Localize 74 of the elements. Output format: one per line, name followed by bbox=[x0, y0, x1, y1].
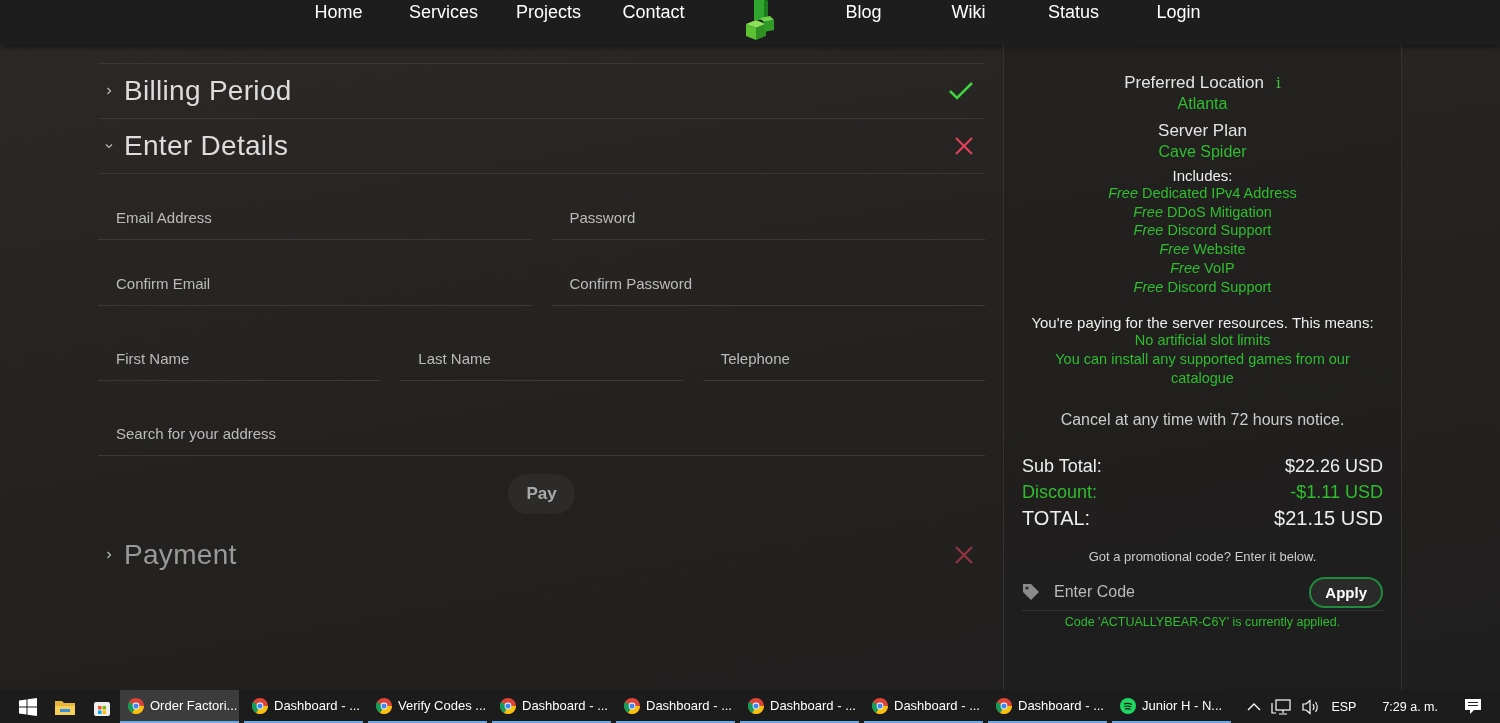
taskbar-item[interactable]: Dashboard - ... bbox=[864, 690, 983, 723]
browser-icon bbox=[500, 697, 516, 714]
browser-icon bbox=[996, 697, 1012, 714]
summary-value: Atlanta bbox=[1177, 95, 1228, 113]
browser-icon bbox=[252, 697, 268, 714]
notifications-icon[interactable] bbox=[1464, 698, 1482, 715]
cancel-note: Cancel at any time with 72 hours notice. bbox=[1060, 411, 1345, 430]
nav-link[interactable]: Services bbox=[391, 2, 496, 21]
input-field[interactable]: Password bbox=[551, 195, 985, 240]
summary-value: Cave Spider bbox=[1158, 143, 1247, 161]
music-app-icon bbox=[1120, 697, 1136, 714]
summary-label: Server Plan bbox=[1158, 121, 1247, 141]
browser-icon bbox=[748, 697, 764, 714]
feature-item: Free Website bbox=[1159, 240, 1246, 259]
feature-item: Free Discord Support bbox=[1133, 221, 1272, 241]
promo-status: Code 'ACTUALLYBEAR-C6Y' is currently applied. bbox=[1064, 615, 1341, 630]
chevron-icon bbox=[104, 550, 114, 560]
browser-icon bbox=[872, 697, 888, 714]
chevron-icon bbox=[104, 86, 114, 96]
input-field[interactable]: First Name bbox=[98, 336, 381, 381]
browser-icon bbox=[376, 697, 392, 714]
promo-prompt: Got a promotional code? Enter it below. bbox=[1088, 549, 1317, 565]
chevron-up-icon[interactable] bbox=[1247, 701, 1262, 712]
chevron-icon bbox=[104, 141, 114, 151]
summary-label: Preferred Location bbox=[1124, 73, 1265, 93]
input-field[interactable]: Email Address bbox=[98, 195, 532, 240]
browser-icon bbox=[624, 697, 640, 714]
input-field[interactable]: Confirm Email bbox=[98, 261, 532, 306]
network-icon[interactable] bbox=[1271, 698, 1292, 715]
taskbar-item[interactable]: Order Factori... bbox=[120, 690, 239, 723]
total-value: $21.15 USD bbox=[1274, 506, 1383, 532]
promo-code-field[interactable]: Enter Code bbox=[1052, 574, 1298, 611]
clock[interactable]: 7:29 a. m. bbox=[1382, 699, 1438, 714]
taskbar-item[interactable]: Dashboard - ... bbox=[244, 690, 363, 723]
nav-link[interactable]: Status bbox=[1021, 2, 1126, 21]
pay-button[interactable]: Pay bbox=[508, 474, 575, 514]
total-value: $22.26 USD bbox=[1284, 455, 1383, 479]
accordion-header[interactable]: Billing Period bbox=[98, 64, 985, 119]
nav-link[interactable]: Projects bbox=[496, 2, 601, 21]
input-field[interactable]: Confirm Password bbox=[551, 261, 985, 306]
nav-link[interactable]: Login bbox=[1126, 2, 1231, 21]
total-label: TOTAL: bbox=[1022, 506, 1091, 532]
benefit-item: No artificial slot limits bbox=[1133, 331, 1272, 350]
input-field[interactable]: Search for your address bbox=[98, 411, 985, 456]
accordion-header[interactable]: Enter Details bbox=[98, 119, 985, 174]
total-label: Sub Total: bbox=[1022, 455, 1102, 479]
tag-icon bbox=[1022, 583, 1040, 602]
nav-link[interactable]: Wiki bbox=[916, 2, 1021, 21]
benefit-item: You can install any supported games from our catalogue bbox=[1054, 349, 1351, 388]
taskbar-item[interactable]: Dashboard - ... bbox=[616, 690, 735, 723]
feature-item: Free VoIP bbox=[1170, 258, 1235, 278]
total-label: Discount: bbox=[1022, 481, 1098, 505]
feature-item: Free Dedicated IPv4 Address bbox=[1108, 184, 1297, 203]
nav-link[interactable]: Contact bbox=[601, 2, 706, 21]
folder-icon[interactable] bbox=[55, 698, 75, 715]
taskbar-item[interactable]: Dashboard - ... bbox=[988, 690, 1107, 723]
taskbar-item[interactable]: Junior H - N... bbox=[1112, 690, 1231, 723]
nav-link[interactable]: Home bbox=[286, 2, 391, 21]
apply-button[interactable]: Apply bbox=[1309, 576, 1383, 608]
feature-item: Free DDoS Mitigation bbox=[1133, 202, 1272, 222]
taskbar-item[interactable]: Verify Codes ... bbox=[368, 690, 487, 723]
start-icon[interactable] bbox=[19, 697, 37, 716]
feature-item: Free Discord Support bbox=[1133, 277, 1272, 297]
summary-label: Includes: bbox=[1172, 167, 1233, 184]
nav-link[interactable]: Blog bbox=[811, 2, 916, 21]
info-icon[interactable]: i bbox=[1276, 74, 1281, 92]
browser-icon bbox=[128, 697, 144, 714]
language-indicator[interactable]: ESP bbox=[1331, 699, 1357, 714]
input-field[interactable]: Telephone bbox=[702, 336, 985, 381]
taskbar-item[interactable]: Dashboard - ... bbox=[740, 690, 859, 723]
resources-note: You're paying for the server resources. This means: bbox=[1031, 314, 1374, 332]
input-field[interactable]: Last Name bbox=[400, 336, 683, 381]
total-value: -$1.11 USD bbox=[1290, 481, 1383, 505]
taskbar-item[interactable]: Dashboard - ... bbox=[492, 690, 611, 723]
